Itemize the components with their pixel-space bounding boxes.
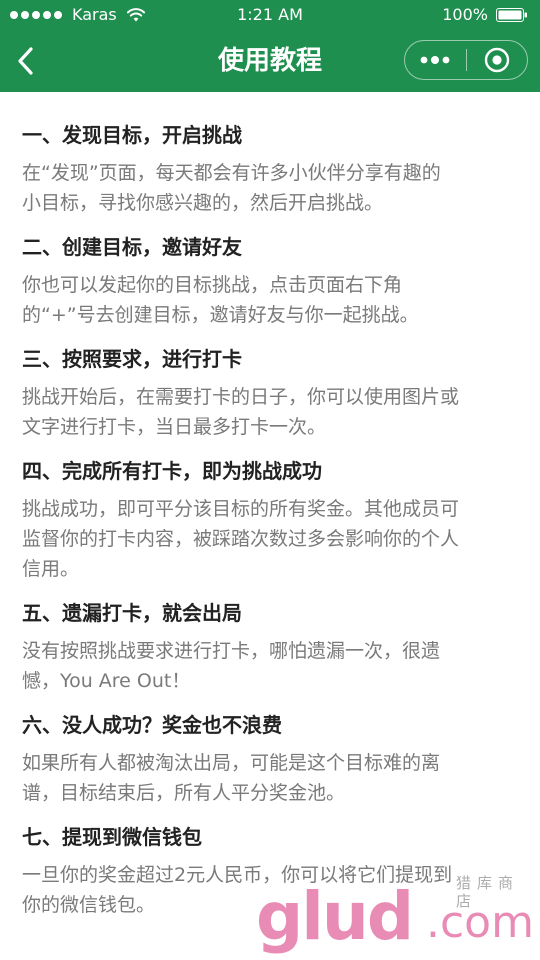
capsule-menu xyxy=(404,40,528,80)
section-title: 四、完成所有打卡，即为挑战成功 xyxy=(22,459,322,483)
section-body: 你也可以发起你的目标挑战，点击页面右下角 的“+”号去创建目标，邀请好友与你一起… xyxy=(22,270,522,330)
section-body: 没有按照挑战要求进行打卡，哪怕遗漏一次，很遗 憾，You Are Out！ xyxy=(22,636,522,696)
body-line: 没有按照挑战要求进行打卡，哪怕遗漏一次，很遗 xyxy=(22,640,441,662)
body-line: 挑战成功，即可平分该目标的所有奖金。其他成员可 xyxy=(22,498,460,520)
section-body: 如果所有人都被淘汰出局，可能是这个目标难的离 谱，目标结束后，所有人平分奖金池。 xyxy=(22,748,522,808)
body-line: 小目标，寻找你感兴趣的，然后开启挑战。 xyxy=(22,192,384,214)
section-title: 六、没人成功？奖金也不浪费 xyxy=(22,713,282,737)
battery-icon xyxy=(496,8,527,22)
body-line: 文字进行打卡，当日最多打卡一次。 xyxy=(22,416,327,438)
battery-percent: 100% xyxy=(442,5,488,24)
close-circle-icon[interactable] xyxy=(466,41,527,79)
body-line: 监督你的打卡内容，被踩踏次数过多会影响你的个人 xyxy=(22,528,460,550)
body-line: 如果所有人都被淘汰出局，可能是这个目标难的离 xyxy=(22,752,441,774)
section-title: 二、创建目标，邀请好友 xyxy=(22,235,242,259)
section-success: 四、完成所有打卡，即为挑战成功 挑战成功，即可平分该目标的所有奖金。其他成员可 … xyxy=(22,456,522,584)
more-dots-icon[interactable] xyxy=(405,41,466,79)
body-line: 信用。 xyxy=(22,558,80,580)
section-withdraw: 七、提现到微信钱包 一旦你的奖金超过2元人民币，你可以将它们提现到 你的微信钱包… xyxy=(22,822,522,920)
section-body: 一旦你的奖金超过2元人民币，你可以将它们提现到 你的微信钱包。 xyxy=(22,860,522,920)
body-line: 挑战开始后，在需要打卡的日子，你可以使用图片或 xyxy=(22,386,460,408)
section-no-winner: 六、没人成功？奖金也不浪费 如果所有人都被淘汰出局，可能是这个目标难的离 谱，目… xyxy=(22,710,522,808)
section-body: 挑战开始后，在需要打卡的日子，你可以使用图片或 文字进行打卡，当日最多打卡一次。 xyxy=(22,382,522,442)
body-line: 在“发现”页面，每天都会有许多小伙伴分享有趣的 xyxy=(22,162,441,184)
body-line: 憾，You Are Out！ xyxy=(22,670,191,692)
body-line: 的“+”号去创建目标，邀请好友与你一起挑战。 xyxy=(22,304,419,326)
section-body: 挑战成功，即可平分该目标的所有奖金。其他成员可 监督你的打卡内容，被踩踏次数过多… xyxy=(22,494,522,584)
section-title: 七、提现到微信钱包 xyxy=(22,825,202,849)
body-line: 你也可以发起你的目标挑战，点击页面右下角 xyxy=(22,274,403,296)
section-create: 二、创建目标，邀请好友 你也可以发起你的目标挑战，点击页面右下角 的“+”号去创… xyxy=(22,232,522,330)
body-line: 一旦你的奖金超过2元人民币，你可以将它们提现到 xyxy=(22,864,453,886)
nav-bar: 使用教程 xyxy=(0,30,540,92)
section-title: 五、遗漏打卡，就会出局 xyxy=(22,601,242,625)
top-bar: Karas 1:21 AM 100% 使用教程 xyxy=(0,0,540,92)
status-bar: Karas 1:21 AM 100% xyxy=(0,0,540,30)
body-line: 谱，目标结束后，所有人平分奖金池。 xyxy=(22,782,346,804)
section-title: 一、发现目标，开启挑战 xyxy=(22,123,242,147)
section-out: 五、遗漏打卡，就会出局 没有按照挑战要求进行打卡，哪怕遗漏一次，很遗 憾，You… xyxy=(22,598,522,696)
section-checkin: 三、按照要求，进行打卡 挑战开始后，在需要打卡的日子，你可以使用图片或 文字进行… xyxy=(22,344,522,442)
section-body: 在“发现”页面，每天都会有许多小伙伴分享有趣的 小目标，寻找你感兴趣的，然后开启… xyxy=(22,158,522,218)
body-line: 你的微信钱包。 xyxy=(22,894,156,916)
status-right: 100% xyxy=(442,6,528,24)
tutorial-content: 一、发现目标，开启挑战 在“发现”页面，每天都会有许多小伙伴分享有趣的 小目标，… xyxy=(22,120,522,934)
section-title: 三、按照要求，进行打卡 xyxy=(22,347,242,371)
section-discover: 一、发现目标，开启挑战 在“发现”页面，每天都会有许多小伙伴分享有趣的 小目标，… xyxy=(22,120,522,218)
